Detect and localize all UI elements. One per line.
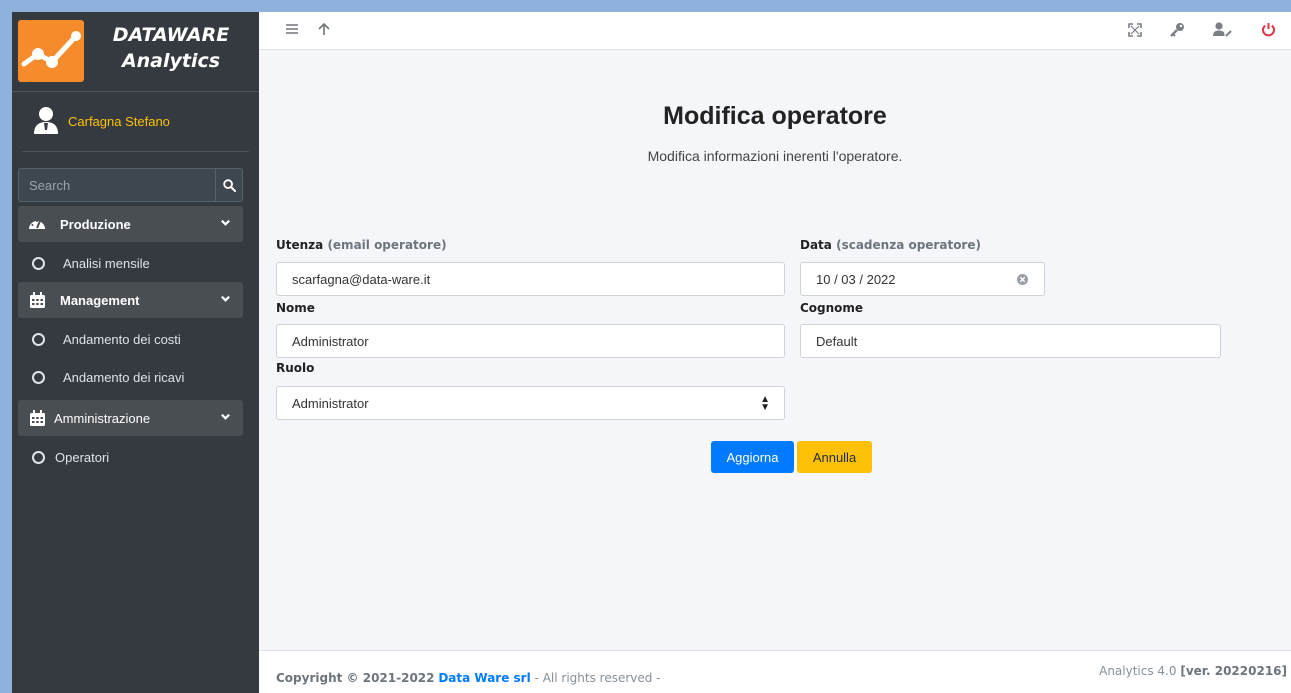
nome-label: Nome [276, 301, 315, 315]
data-label-text: Data [800, 238, 832, 252]
sidebar-item-label: Operatori [55, 449, 110, 465]
ruolo-value: Administrator [292, 395, 369, 411]
page-title: Modifica operatore [663, 102, 887, 130]
circle-icon [32, 332, 45, 346]
ruolo-label: Ruolo [276, 361, 315, 375]
version-number: [ver. 20220216] [1180, 664, 1287, 678]
copyright-text: Copyright © 2021-2022 [276, 671, 435, 685]
sidebar-section-amministrazione[interactable]: Amministrazione [18, 400, 243, 436]
footer-copyright: Copyright © 2021-2022 Data Ware srl - Al… [276, 671, 661, 685]
sidebar-section-label: Management [60, 292, 140, 308]
brand-logo-icon [18, 20, 84, 82]
circle-icon [32, 450, 45, 464]
sidebar: DATAWARE Analytics Carfagna Stefano Sear… [12, 12, 259, 693]
arrow-up-icon[interactable] [317, 22, 331, 36]
select-arrows-icon: ▲ ▼ [760, 394, 770, 413]
rights-text: - All rights reserved - [534, 671, 661, 685]
chevron-down-icon [221, 219, 230, 226]
search-input[interactable] [18, 168, 215, 202]
user-name[interactable]: Carfagna Stefano [68, 114, 170, 129]
menu-icon[interactable] [285, 22, 299, 36]
circle-icon [32, 256, 45, 270]
sidebar-section-label: Amministrazione [54, 410, 151, 426]
brand[interactable]: DATAWARE Analytics [12, 12, 259, 92]
ruolo-select[interactable]: Administrator ▲ ▼ [276, 386, 785, 420]
sidebar-item-andamento-costi[interactable]: Andamento dei costi [18, 320, 243, 358]
brand-title: DATAWARE Analytics [96, 22, 246, 74]
clear-icon[interactable] [1017, 274, 1028, 285]
sidebar-section-label: Produzione [60, 216, 131, 232]
utenza-label-text: Utenza [276, 238, 324, 252]
sidebar-item-operatori[interactable]: Operatori [18, 438, 243, 476]
user-panel: Carfagna Stefano [22, 92, 249, 152]
calendar-icon [29, 292, 45, 308]
utenza-label: Utenza (email operatore) [276, 238, 447, 252]
utenza-field[interactable]: scarfagna@data-ware.it [276, 262, 785, 296]
user-avatar-icon [34, 107, 58, 134]
brand-line-1: DATAWARE [112, 24, 230, 46]
sidebar-item-label: Andamento dei costi [63, 331, 181, 347]
nome-value: Administrator [292, 333, 369, 349]
cognome-field[interactable]: Default [800, 324, 1221, 358]
footer-version: Analytics 4.0 [ver. 20220216] [1099, 664, 1287, 678]
sidebar-search [18, 168, 243, 202]
sidebar-item-analisi-mensile[interactable]: Analisi mensile [18, 244, 243, 282]
cognome-value: Default [816, 333, 858, 349]
data-value: 10 / 03 / 2022 [816, 271, 896, 287]
circle-icon [32, 370, 45, 384]
page-subtitle: Modifica informazioni inerenti l'operato… [647, 148, 903, 164]
utenza-hint: (email operatore) [327, 238, 447, 252]
search-button[interactable] [215, 168, 243, 202]
chevron-down-icon [221, 295, 230, 302]
search-icon [222, 178, 236, 192]
company-link[interactable]: Data Ware srl [438, 671, 530, 685]
user-edit-icon[interactable] [1213, 22, 1232, 37]
aggiorna-button[interactable]: Aggiorna [711, 441, 794, 473]
brand-line-2: Analytics [121, 50, 221, 72]
cognome-label: Cognome [800, 301, 864, 315]
chevron-down-icon [221, 413, 230, 420]
footer: Copyright © 2021-2022 Data Ware srl - Al… [259, 650, 1291, 693]
fullscreen-icon[interactable] [1128, 23, 1142, 37]
sidebar-section-management[interactable]: Management [18, 282, 243, 318]
utenza-value: scarfagna@data-ware.it [292, 271, 431, 287]
dashboard-gauge-icon [29, 220, 45, 229]
nome-field[interactable]: Administrator [276, 324, 785, 358]
app-window: DATAWARE Analytics Carfagna Stefano Sear… [12, 12, 1291, 693]
sidebar-section-produzione[interactable]: Produzione [18, 206, 243, 242]
power-icon[interactable] [1261, 22, 1276, 37]
sidebar-nav: Produzione Analisi mensile Management An… [18, 206, 243, 476]
sidebar-item-andamento-ricavi[interactable]: Andamento dei ricavi [18, 358, 243, 396]
annulla-button[interactable]: Annulla [797, 441, 872, 473]
sidebar-item-label: Andamento dei ricavi [63, 369, 185, 385]
data-label: Data (scadenza operatore) [800, 238, 981, 252]
version-prefix: Analytics 4.0 [1099, 664, 1177, 678]
key-icon[interactable] [1170, 22, 1185, 37]
data-hint: (scadenza operatore) [836, 238, 981, 252]
calendar-icon [29, 410, 45, 426]
data-date-field[interactable]: 10 / 03 / 2022 [800, 262, 1045, 296]
topbar [259, 12, 1291, 50]
main-content: Modifica operatore Modifica informazioni… [259, 50, 1291, 650]
sidebar-item-label: Analisi mensile [63, 255, 150, 271]
